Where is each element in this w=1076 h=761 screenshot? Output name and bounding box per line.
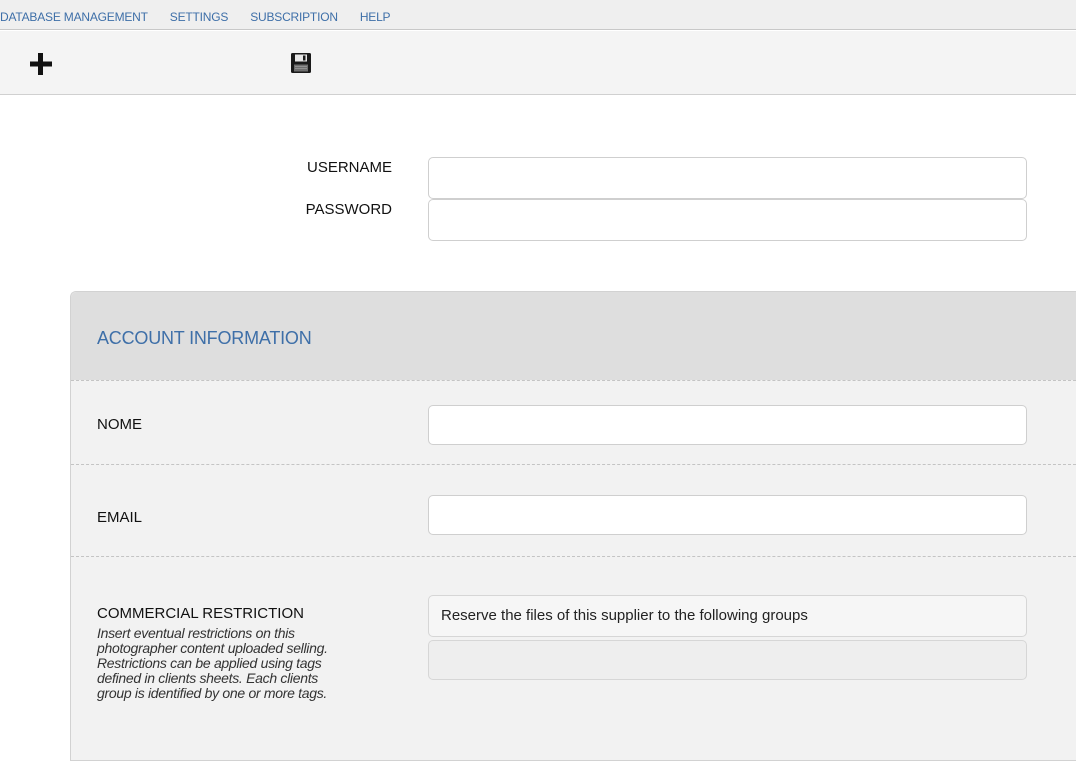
section-divider <box>71 380 1076 381</box>
nome-input[interactable] <box>428 405 1027 445</box>
panel-title: ACCOUNT INFORMATION <box>97 328 312 348</box>
password-label: PASSWORD <box>305 201 392 218</box>
groups-input[interactable] <box>428 640 1027 680</box>
toolbar <box>0 31 1076 95</box>
menu-bar: DATABASE MANAGEMENT SETTINGS SUBSCRIPTIO… <box>0 0 1076 30</box>
menu-item-subscription[interactable]: SUBSCRIPTION <box>250 10 338 24</box>
email-input[interactable] <box>428 495 1027 535</box>
account-information-panel: ACCOUNT INFORMATION NOME EMAIL COMMERCIA… <box>70 291 1076 761</box>
commercial-restriction-label: COMMERCIAL RESTRICTION <box>97 605 304 622</box>
panel-header: ACCOUNT INFORMATION <box>71 292 1076 380</box>
menu-item-settings[interactable]: SETTINGS <box>170 10 229 24</box>
save-button[interactable] <box>290 52 312 74</box>
section-divider <box>71 464 1076 465</box>
username-input[interactable] <box>428 157 1027 199</box>
username-label: USERNAME <box>306 159 392 176</box>
floppy-disk-icon <box>291 53 311 73</box>
nome-label: NOME <box>97 416 142 433</box>
plus-icon <box>30 53 52 75</box>
commercial-restriction-description: Insert eventual restrictions on this pho… <box>97 625 328 701</box>
email-label: EMAIL <box>97 509 143 526</box>
section-divider <box>71 556 1076 557</box>
add-button[interactable] <box>28 51 54 77</box>
menu-item-help[interactable]: HELP <box>360 10 391 24</box>
password-input[interactable] <box>428 199 1027 241</box>
reserve-files-field[interactable]: Reserve the files of this supplier to th… <box>428 595 1027 637</box>
menu-item-database-management[interactable]: DATABASE MANAGEMENT <box>0 10 148 24</box>
